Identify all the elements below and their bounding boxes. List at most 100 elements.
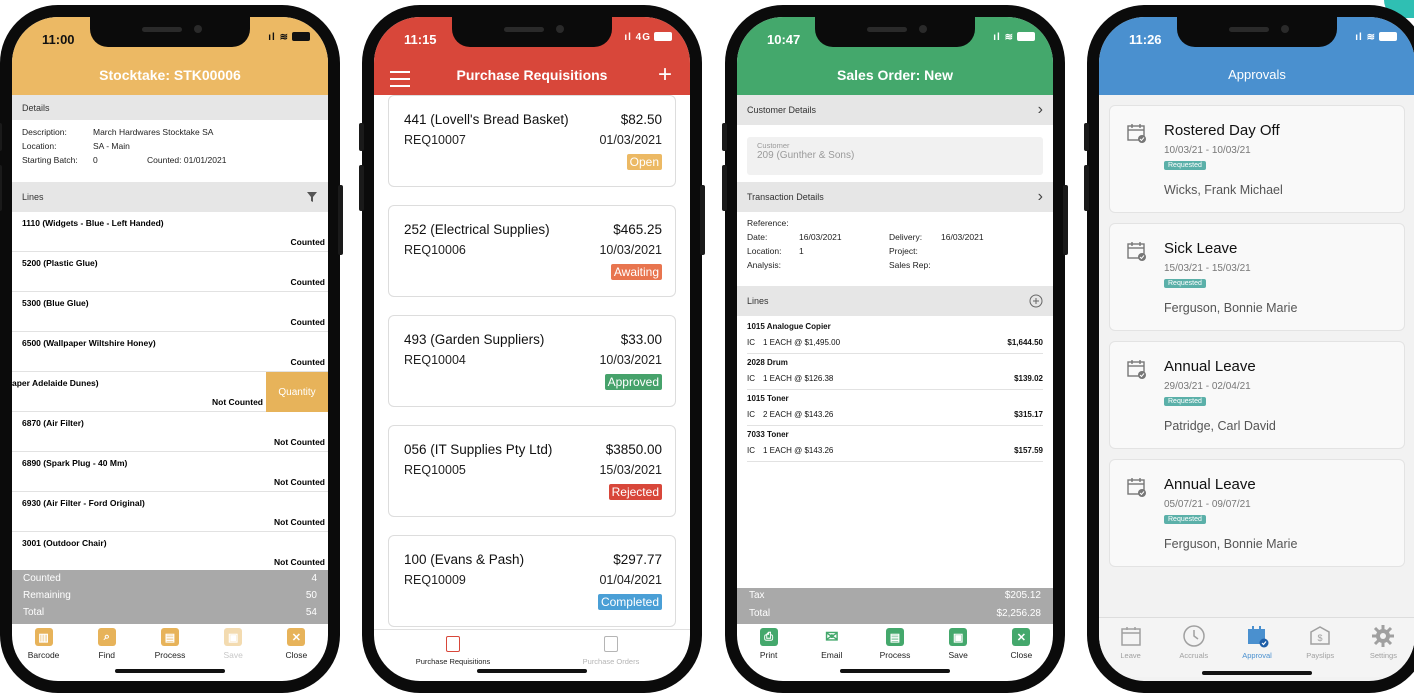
filter-icon[interactable] [306, 191, 318, 203]
stocktake-line-row[interactable]: aper Adelaide Dunes) Not Counted Quantity [12, 372, 328, 412]
status-badge: Requested [1164, 397, 1206, 406]
toolbar-find-button[interactable]: ⌕ Find [77, 624, 137, 669]
stocktake-line-row[interactable]: 6890 (Spark Plug - 40 Mm) Not Counted [12, 452, 328, 492]
sales-line-detail[interactable]: IC 1 EACH @ $1,495.00 $1,644.50 [747, 335, 1043, 354]
page-title: Sales Order: New [837, 67, 953, 83]
approvals-tabbar: Leave Accruals Approval $ Payslips Settings [1099, 617, 1414, 677]
toolbar-label: Find [98, 650, 116, 660]
totals-row: Total 54 [12, 604, 328, 621]
svg-text:$: $ [1318, 633, 1323, 643]
home-indicator[interactable] [477, 669, 587, 673]
page-title: Purchase Requisitions [456, 67, 608, 83]
sales-line-name: 1015 Analogue Copier [747, 322, 831, 331]
approval-card[interactable]: Annual Leave 05/07/21 - 09/07/21 Requested… [1109, 459, 1405, 567]
sales-line-detail[interactable]: IC 2 EACH @ $143.26 $315.17 [747, 407, 1043, 426]
quantity-button[interactable]: Quantity [266, 372, 328, 412]
requisition-card[interactable]: 100 (Evans & Pash) $297.77 REQ10009 01/04/2… [388, 535, 676, 627]
requisition-card[interactable]: 056 (IT Supplies Pty Ltd) $3850.00 REQ1000… [388, 425, 676, 517]
lines-section-header: Lines [737, 286, 1053, 316]
phone-button [0, 165, 2, 211]
sales-line-qty-group: IC 2 EACH @ $143.26 [747, 407, 833, 425]
requisition-date: 15/03/2021 [599, 463, 662, 477]
toolbar-close-button[interactable]: ✕ Close [991, 624, 1051, 669]
supplier-name: 252 (Electrical Supplies) [404, 222, 550, 237]
home-indicator[interactable] [1202, 671, 1312, 675]
add-line-icon[interactable] [1029, 294, 1043, 308]
sales-line-detail[interactable]: IC 1 EACH @ $126.38 $139.02 [747, 371, 1043, 390]
order-icon [604, 636, 618, 652]
home-indicator[interactable] [115, 669, 225, 673]
tab-purchase-requisitions[interactable]: Purchase Requisitions [374, 630, 532, 673]
toolbar-label: Process [879, 650, 911, 660]
sales-line-code: IC [747, 410, 755, 419]
field-label: Starting Batch: [22, 155, 78, 165]
stocktake-line-row[interactable]: 6930 (Air Filter - Ford Original) Not Cou… [12, 492, 328, 532]
customer-details-header[interactable]: Customer Details › [737, 95, 1053, 125]
approval-card[interactable]: Rostered Day Off 10/03/21 - 10/03/21 Reque… [1109, 105, 1405, 213]
transaction-details-header[interactable]: Transaction Details › [737, 182, 1053, 212]
field-value: 16/03/2021 [941, 232, 984, 242]
approval-card[interactable]: Sick Leave 15/03/21 - 15/03/21 Requested Fe… [1109, 223, 1405, 331]
tab-leave[interactable]: Leave [1099, 618, 1162, 677]
line-item-status: Not Counted [274, 517, 325, 527]
chevron-right-icon: › [1037, 101, 1043, 118]
totals-row: Remaining 50 [12, 587, 328, 604]
requisition-card[interactable]: 441 (Lovell's Bread Basket) $82.50 REQ1000… [388, 95, 676, 187]
totals-value: 4 [311, 573, 317, 584]
tab-accruals[interactable]: Accruals [1162, 618, 1225, 677]
requisition-amount: $297.77 [613, 552, 662, 567]
tab-purchase-orders[interactable]: Purchase Orders [532, 630, 690, 673]
home-indicator[interactable] [840, 669, 950, 673]
stocktake-screen: 11:00 ıl ≋ Stocktake: STK00006 Details D… [12, 17, 328, 681]
toolbar-process-button[interactable]: ▤ Process [865, 624, 925, 669]
customer-field-label: Customer [757, 141, 790, 150]
toolbar-process-button[interactable]: ▤ Process [140, 624, 200, 669]
line-item-status: Not Counted [212, 397, 263, 407]
requisition-card[interactable]: 493 (Garden Suppliers) $33.00 REQ10004 10/0… [388, 315, 676, 407]
battery-icon [654, 32, 672, 41]
sales-order-totals: Tax $205.12 Total $2,256.28 [737, 588, 1053, 624]
stocktake-line-row[interactable]: 6870 (Air Filter) Not Counted [12, 412, 328, 452]
customer-field-value: 209 (Gunther & Sons) [757, 150, 855, 161]
toolbar-barcode-button[interactable]: ▥ Barcode [14, 624, 74, 669]
stocktake-line-row[interactable]: 3001 (Outdoor Chair) Not Counted [12, 532, 328, 572]
line-item-name: 6500 (Wallpaper Wiltshire Honey) [22, 338, 156, 348]
leave-type: Annual Leave [1164, 476, 1256, 493]
tab-label: Settings [1369, 651, 1397, 660]
stocktake-line-row[interactable]: 5200 (Plastic Glue) Counted [12, 252, 328, 292]
tab-payslips[interactable]: $ Payslips [1289, 618, 1352, 677]
stocktake-line-row[interactable]: 1110 (Widgets - Blue - Left Handed) Count… [12, 212, 328, 252]
stocktake-line-row[interactable]: 5300 (Blue Glue) Counted [12, 292, 328, 332]
sales-line-qty: 2 EACH @ $143.26 [763, 410, 834, 419]
toolbar-label: Save [223, 650, 243, 660]
customer-field[interactable]: Customer 209 (Gunther & Sons) [747, 137, 1043, 175]
requisition-amount: $465.25 [613, 222, 662, 237]
totals-label: Counted [23, 573, 61, 584]
line-item-status: Counted [290, 317, 325, 327]
requisition-date: 01/03/2021 [599, 133, 662, 147]
phone-button [1084, 165, 1089, 211]
phone-button [1084, 123, 1089, 151]
requisition-card[interactable]: 252 (Electrical Supplies) $465.25 REQ10006… [388, 205, 676, 297]
phone-requisitions: 11:15 ıl 4G Purchase Requisitions + 441 … [359, 5, 705, 693]
sales-line-name: 7033 Toner [747, 430, 789, 439]
toolbar-print-button[interactable]: ⎙ Print [739, 624, 799, 669]
leave-type: Annual Leave [1164, 358, 1256, 375]
stocktake-line-row[interactable]: 6500 (Wallpaper Wiltshire Honey) Counted [12, 332, 328, 372]
requisition-date: 10/03/2021 [599, 353, 662, 367]
status-icons: ıl 4G [624, 32, 672, 43]
toolbar-save-button[interactable]: ▣ Save [203, 624, 263, 669]
stocktake-totals: Counted 4 Remaining 50 Total 54 [12, 570, 328, 624]
tab-approval[interactable]: Approval [1225, 618, 1288, 677]
add-icon[interactable]: + [658, 61, 672, 89]
approval-card[interactable]: Annual Leave 29/03/21 - 02/04/21 Requested… [1109, 341, 1405, 449]
tab-settings[interactable]: Settings [1352, 618, 1414, 677]
app-showcase: 11:00 ıl ≋ Stocktake: STK00006 Details D… [0, 0, 1414, 696]
stocktake-toolbar: ▥ Barcode ⌕ Find ▤ Process ▣ Save ✕ Close [12, 624, 328, 669]
toolbar-close-button[interactable]: ✕ Close [266, 624, 326, 669]
supplier-name: 056 (IT Supplies Pty Ltd) [404, 442, 553, 457]
status-badge: Rejected [608, 484, 662, 500]
toolbar-save-button[interactable]: ▣ Save [928, 624, 988, 669]
sales-line-detail[interactable]: IC 1 EACH @ $143.26 $157.59 [747, 443, 1043, 462]
toolbar-email-button[interactable]: ✉ Email [802, 624, 862, 669]
